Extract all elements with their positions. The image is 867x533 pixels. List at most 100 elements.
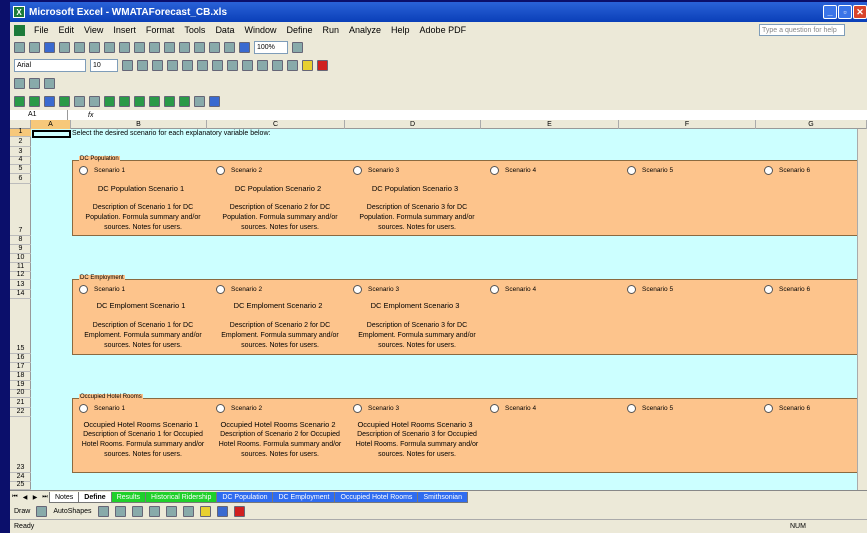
help-icon[interactable]	[292, 41, 303, 53]
draw-menu-button[interactable]: Draw	[14, 508, 30, 515]
column-header-g[interactable]: G	[756, 120, 867, 129]
step-icon[interactable]	[134, 95, 145, 107]
column-header-c[interactable]: C	[207, 120, 345, 129]
paste-icon[interactable]	[134, 41, 145, 53]
autosum-icon[interactable]	[179, 41, 190, 53]
scenario-2-radio[interactable]: Scenario 2	[216, 285, 262, 294]
fill-color-icon[interactable]	[302, 59, 313, 71]
new-icon[interactable]	[14, 41, 25, 53]
menu-define[interactable]: Define	[281, 25, 317, 35]
model-icon-6[interactable]	[89, 95, 100, 107]
italic-icon[interactable]	[137, 59, 148, 71]
scenario-4-radio[interactable]: Scenario 4	[490, 285, 536, 294]
underline-icon[interactable]	[152, 59, 163, 71]
custom-icon-2[interactable]	[29, 77, 40, 89]
merge-icon[interactable]	[212, 59, 223, 71]
custom-icon-3[interactable]	[44, 77, 55, 89]
first-sheet-icon[interactable]: ⏮	[10, 494, 20, 501]
chart-wizard-icon[interactable]	[224, 41, 235, 53]
copy-icon[interactable]	[119, 41, 130, 53]
analyze-icon-1[interactable]	[149, 95, 160, 107]
tab-smithsonian[interactable]: Smithsonian	[417, 491, 468, 503]
menu-insert[interactable]: Insert	[108, 25, 141, 35]
worksheet[interactable]: A B C D E F G 1 2 3 4 5 6 7 8 9 10 11 12…	[10, 120, 867, 490]
model-icon-3[interactable]	[44, 95, 55, 107]
radio-icon[interactable]	[353, 404, 362, 413]
row-header[interactable]: 16	[10, 354, 31, 363]
radio-icon[interactable]	[764, 285, 773, 294]
row-header[interactable]: 10	[10, 254, 31, 263]
autoshapes-menu-button[interactable]: AutoShapes	[53, 508, 91, 515]
arrow-icon[interactable]	[114, 505, 126, 517]
scenario-1-radio[interactable]: Scenario 1	[79, 166, 125, 175]
radio-icon[interactable]	[79, 166, 88, 175]
model-icon-5[interactable]	[74, 95, 85, 107]
menu-file[interactable]: File	[29, 25, 54, 35]
radio-icon[interactable]	[216, 166, 225, 175]
draw-font-color-icon[interactable]	[233, 505, 245, 517]
radio-icon[interactable]	[490, 285, 499, 294]
settings-icon[interactable]	[194, 95, 205, 107]
cut-icon[interactable]	[104, 41, 115, 53]
help-search-input[interactable]: Type a question for help	[759, 24, 845, 36]
close-button[interactable]: ✕	[853, 5, 867, 19]
radio-icon[interactable]	[216, 285, 225, 294]
radio-icon[interactable]	[79, 285, 88, 294]
row-header[interactable]: 17	[10, 363, 31, 372]
radio-icon[interactable]	[353, 285, 362, 294]
menu-format[interactable]: Format	[141, 25, 180, 35]
analyze-icon-2[interactable]	[164, 95, 175, 107]
scenario-2-radio[interactable]: Scenario 2	[216, 404, 262, 413]
row-header[interactable]: 13	[10, 280, 31, 290]
preview-icon[interactable]	[74, 41, 85, 53]
row-header[interactable]: 15	[10, 299, 31, 354]
active-cell-a1[interactable]	[32, 130, 71, 138]
align-right-icon[interactable]	[197, 59, 208, 71]
column-header-d[interactable]: D	[345, 120, 481, 129]
row-header[interactable]: 23	[10, 417, 31, 473]
select-objects-icon[interactable]	[36, 505, 48, 517]
font-size-select[interactable]: 10	[90, 58, 118, 72]
radio-icon[interactable]	[490, 404, 499, 413]
row-header[interactable]: 12	[10, 271, 31, 280]
row-header[interactable]: 2	[10, 137, 31, 147]
scenario-1-radio[interactable]: Scenario 1	[79, 285, 125, 294]
font-select[interactable]: Arial	[14, 58, 86, 72]
prev-sheet-icon[interactable]: ◀	[20, 494, 30, 501]
minimize-button[interactable]: _	[823, 5, 837, 19]
save-icon[interactable]	[44, 41, 55, 53]
menu-data[interactable]: Data	[210, 25, 239, 35]
bold-icon[interactable]	[122, 59, 133, 71]
run-icon[interactable]	[104, 95, 115, 107]
oval-icon[interactable]	[148, 505, 160, 517]
line-color-icon[interactable]	[216, 505, 228, 517]
custom-icon-1[interactable]	[14, 77, 25, 89]
radio-icon[interactable]	[627, 285, 636, 294]
row-header[interactable]: 8	[10, 236, 31, 245]
radio-icon[interactable]	[764, 404, 773, 413]
name-box[interactable]: A1	[10, 110, 68, 120]
radio-icon[interactable]	[764, 166, 773, 175]
wordart-icon[interactable]	[182, 505, 194, 517]
tab-define[interactable]: Define	[78, 491, 112, 503]
line-icon[interactable]	[97, 505, 109, 517]
menu-adobe-pdf[interactable]: Adobe PDF	[415, 25, 472, 35]
model-icon-4[interactable]	[59, 95, 70, 107]
percent-icon[interactable]	[242, 59, 253, 71]
menu-help[interactable]: Help	[386, 25, 415, 35]
menu-view[interactable]: View	[79, 25, 108, 35]
row-header[interactable]: 18	[10, 372, 31, 381]
radio-icon[interactable]	[353, 166, 362, 175]
next-sheet-icon[interactable]: ▶	[30, 494, 40, 501]
toolbar-help-icon[interactable]	[209, 95, 220, 107]
align-center-icon[interactable]	[182, 59, 193, 71]
scenario-5-radio[interactable]: Scenario 5	[627, 285, 673, 294]
scenario-5-radio[interactable]: Scenario 5	[627, 404, 673, 413]
model-icon-2[interactable]	[29, 95, 40, 107]
row-header[interactable]: 1	[10, 128, 31, 137]
scenario-3-radio[interactable]: Scenario 3	[353, 404, 399, 413]
analyze-icon-3[interactable]	[179, 95, 190, 107]
undo-icon[interactable]	[149, 41, 160, 53]
scenario-4-radio[interactable]: Scenario 4	[490, 166, 536, 175]
tab-dc-employment[interactable]: DC Employment	[272, 491, 336, 503]
